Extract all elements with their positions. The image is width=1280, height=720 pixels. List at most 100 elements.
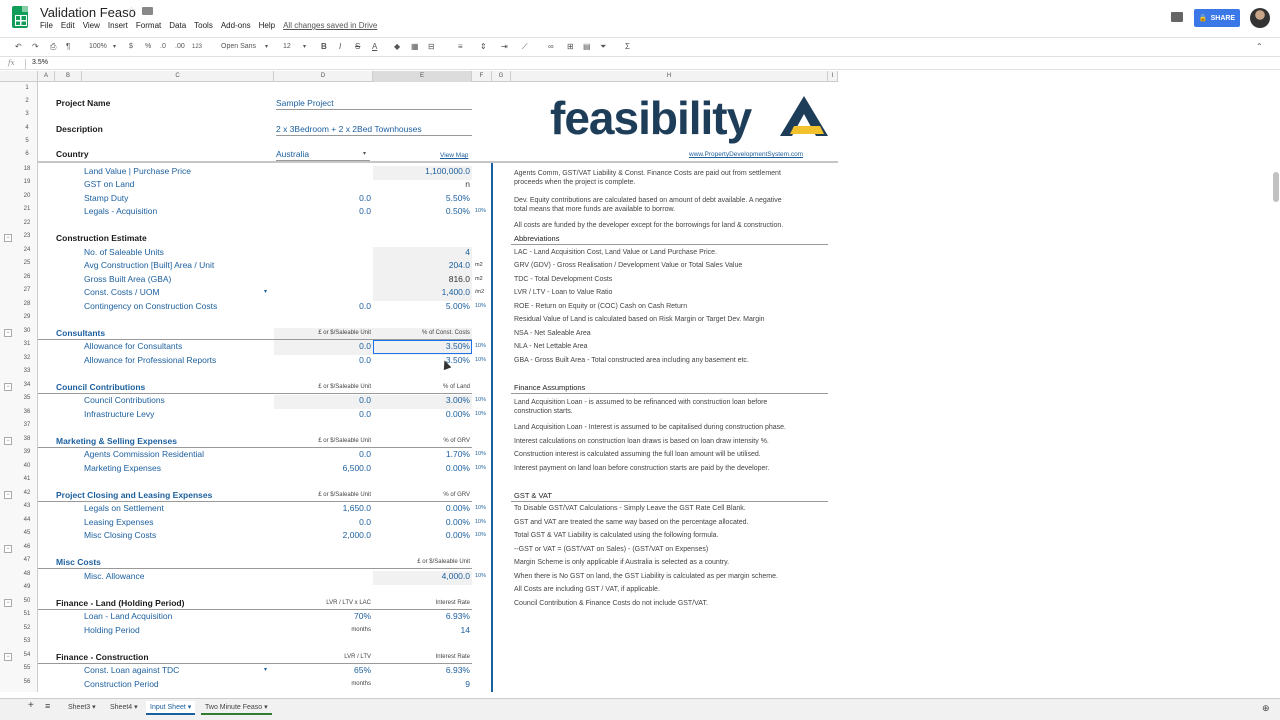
frozen-rows-divider[interactable] (38, 161, 838, 163)
avatar[interactable] (1250, 8, 1270, 28)
percent-format-button[interactable]: % (145, 41, 151, 53)
row-number[interactable]: 18 (16, 166, 38, 172)
menu-insert[interactable]: Insert (108, 21, 128, 30)
row-number[interactable]: 29 (16, 314, 38, 320)
document-title[interactable]: Validation Feaso (40, 5, 136, 20)
cell-value[interactable]: 4 (374, 247, 470, 258)
row-number[interactable]: 5 (16, 138, 38, 144)
menu-help[interactable]: Help (259, 21, 275, 30)
column-header-f[interactable]: F (472, 71, 492, 82)
cell-d-value[interactable]: 65% (275, 665, 371, 676)
row-number[interactable]: 46 (16, 544, 38, 550)
tab-sheet4[interactable]: Sheet4 ▾ (106, 701, 142, 715)
row-number[interactable]: 6 (16, 151, 38, 157)
row-number[interactable]: 40 (16, 463, 38, 469)
row-number[interactable]: 34 (16, 382, 38, 388)
column-header-c[interactable]: C (82, 71, 274, 82)
row-number[interactable]: 53 (16, 638, 38, 644)
group-collapse-toggle[interactable]: − (4, 437, 12, 445)
land-value[interactable]: n (374, 179, 470, 190)
comments-icon[interactable] (1171, 12, 1183, 22)
cell-d-value[interactable]: 2,000.0 (275, 530, 371, 541)
all-sheets-icon[interactable]: ≡ (41, 699, 54, 713)
cell-value[interactable]: 0.00% (374, 530, 470, 541)
menu-addons[interactable]: Add-ons (221, 21, 251, 30)
land-value[interactable]: 0.50% (374, 206, 470, 217)
cell-value[interactable]: 0.00% (374, 409, 470, 420)
row-number[interactable]: 37 (16, 422, 38, 428)
menu-format[interactable]: Format (136, 21, 161, 30)
row-number[interactable]: 48 (16, 571, 38, 577)
row-number[interactable]: 20 (16, 193, 38, 199)
land-value[interactable]: 5.50% (374, 193, 470, 204)
land-value[interactable]: 1,100,000.0 (374, 166, 470, 177)
zoom-select[interactable]: 100% (89, 41, 107, 53)
cell-d-value[interactable]: 0.0 (275, 395, 371, 406)
row-number[interactable]: 52 (16, 625, 38, 631)
cell-d-value[interactable]: 0.0 (275, 449, 371, 460)
insert-comment-icon[interactable]: ⊞ (567, 41, 574, 53)
country-select[interactable]: Australia (276, 149, 370, 161)
cell-d-value[interactable]: 6,500.0 (275, 463, 371, 474)
row-number[interactable]: 24 (16, 247, 38, 253)
cell-value[interactable]: 0.00% (374, 517, 470, 528)
cell-value[interactable]: 3.00% (374, 395, 470, 406)
text-rotation-icon[interactable]: ⟋ (522, 41, 528, 53)
view-map-link[interactable]: View Map (440, 150, 468, 161)
menu-tools[interactable]: Tools (194, 21, 213, 30)
row-number[interactable]: 25 (16, 260, 38, 266)
merge-cells-icon[interactable]: ⊟ (428, 41, 435, 53)
vertical-align-icon[interactable]: ⇕ (480, 41, 487, 53)
land-d-value[interactable]: 0.0 (275, 193, 371, 204)
redo-icon[interactable]: ↷ (32, 41, 39, 53)
more-formats-button[interactable]: 123 (192, 41, 202, 53)
cell-value[interactable]: 816.0 (374, 274, 470, 285)
cell-value[interactable]: 0.00% (374, 503, 470, 514)
group-collapse-toggle[interactable]: − (4, 329, 12, 337)
font-select[interactable]: Open Sans (221, 41, 256, 53)
row-number[interactable]: 47 (16, 557, 38, 563)
row-number[interactable]: 33 (16, 368, 38, 374)
row-number[interactable]: 49 (16, 584, 38, 590)
row-number[interactable]: 22 (16, 220, 38, 226)
select-all-corner[interactable] (0, 71, 38, 82)
group-collapse-toggle[interactable]: − (4, 599, 12, 607)
row-number[interactable]: 2 (16, 98, 38, 104)
cell-d-value[interactable]: 70% (275, 611, 371, 622)
logo-website-link[interactable]: www.PropertyDevelopmentSystem.com (689, 151, 803, 158)
row-number[interactable]: 28 (16, 301, 38, 307)
group-collapse-toggle[interactable]: − (4, 234, 12, 242)
row-number[interactable]: 1 (16, 85, 38, 91)
cell-value[interactable]: 9 (374, 679, 470, 690)
column-header-d[interactable]: D (274, 71, 373, 82)
cell-d-value[interactable]: 1,650.0 (275, 503, 371, 514)
folder-icon[interactable] (142, 7, 153, 15)
font-size-select[interactable]: 12 (283, 41, 291, 53)
cell-value[interactable]: 3.50% (374, 355, 470, 366)
cell-d-value[interactable]: 0.0 (275, 341, 371, 352)
row-number[interactable]: 23 (16, 233, 38, 239)
align-left-icon[interactable]: ≡ (458, 41, 463, 53)
filter-icon[interactable]: ⏷ (600, 41, 606, 53)
insert-link-icon[interactable]: ∞ (548, 41, 554, 53)
column-header-a[interactable]: A (38, 71, 55, 82)
cell-value[interactable]: 6.93% (374, 665, 470, 676)
save-status[interactable]: All changes saved in Drive (283, 21, 377, 30)
share-button[interactable]: 🔒 SHARE (1194, 9, 1240, 27)
currency-format-button[interactable]: $ (129, 41, 133, 53)
row-number[interactable]: 32 (16, 355, 38, 361)
cell-value[interactable]: 14 (374, 625, 470, 636)
row-number[interactable]: 51 (16, 611, 38, 617)
chevron-down-icon[interactable]: ▾ (264, 287, 267, 298)
sheets-logo-icon[interactable] (12, 6, 28, 28)
column-header-e[interactable]: E (373, 71, 472, 82)
text-wrap-icon[interactable]: ⇥ (501, 41, 508, 53)
row-number[interactable]: 38 (16, 436, 38, 442)
undo-icon[interactable]: ↶ (15, 41, 22, 53)
menu-view[interactable]: View (83, 21, 100, 30)
explore-icon[interactable]: ⊕ (1258, 701, 1274, 715)
group-collapse-toggle[interactable]: − (4, 653, 12, 661)
row-number[interactable]: 26 (16, 274, 38, 280)
print-icon[interactable]: ⎙ (50, 41, 56, 53)
row-number[interactable]: 41 (16, 476, 38, 482)
